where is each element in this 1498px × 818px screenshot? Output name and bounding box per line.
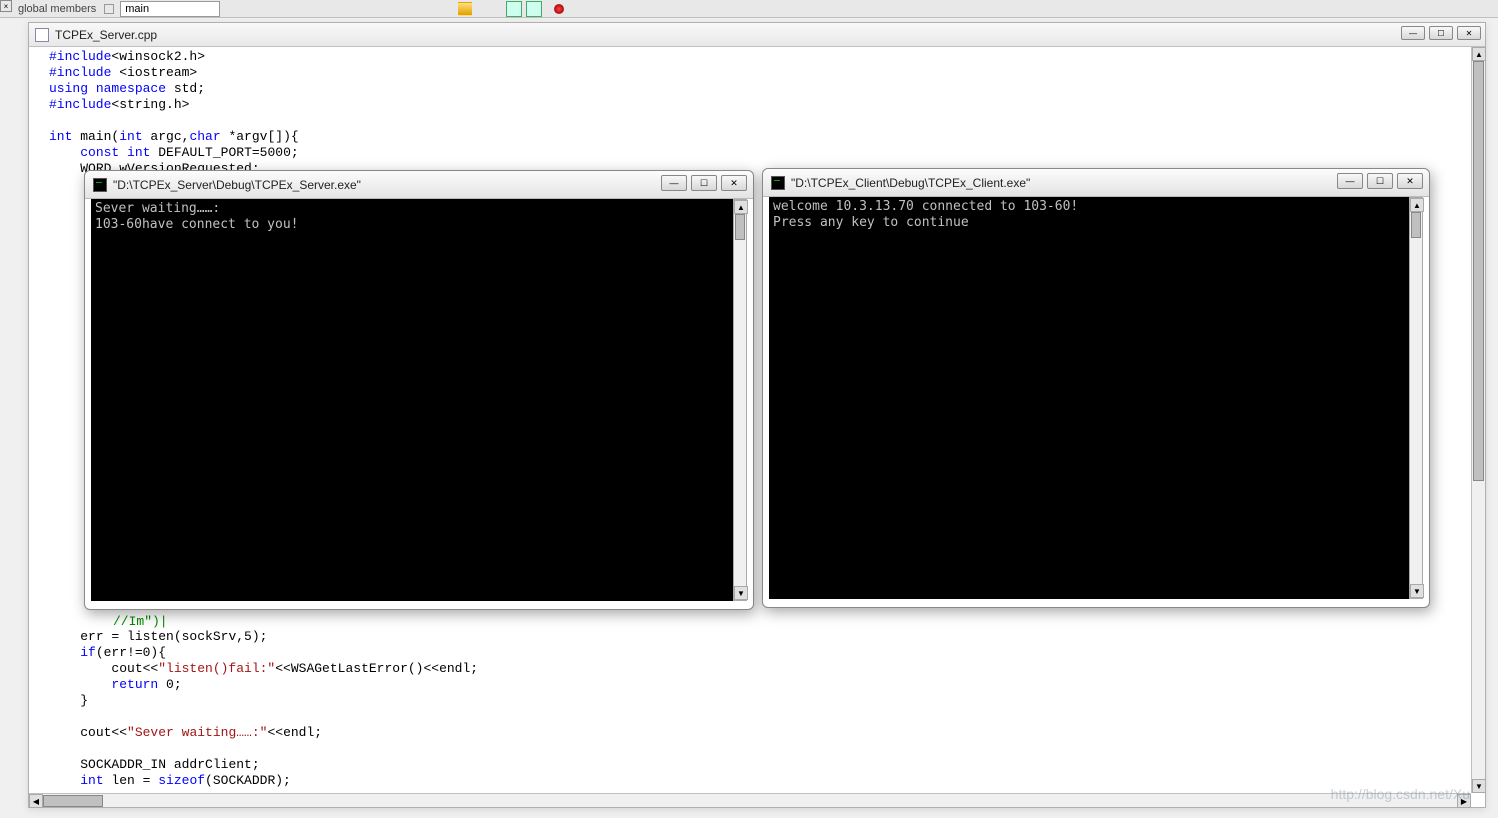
code-keyword: if — [80, 645, 96, 660]
console-icon — [771, 176, 785, 190]
close-button[interactable]: ✕ — [721, 175, 747, 191]
console-client-body[interactable]: welcome 10.3.13.70 connected to 103-60! … — [769, 197, 1409, 599]
code-text: *argv[]){ — [221, 129, 299, 144]
hand-icon[interactable] — [568, 1, 584, 17]
code-comment: //Im")| — [113, 614, 168, 630]
code-string: "listen()fail:" — [158, 661, 275, 676]
minimize-button[interactable]: — — [1337, 173, 1363, 189]
code-keyword: #include — [49, 65, 111, 80]
code-keyword: namespace — [88, 81, 166, 96]
tool-icon[interactable] — [588, 1, 604, 17]
console-server-window: "D:\TCPEx_Server\Debug\TCPEx_Server.exe"… — [84, 170, 754, 610]
minimize-button[interactable]: — — [661, 175, 687, 191]
scroll-thumb[interactable] — [1473, 61, 1484, 481]
close-button[interactable]: ✕ — [1397, 173, 1423, 189]
code-keyword: #include — [49, 49, 111, 64]
member-dropdown[interactable]: main — [120, 1, 220, 17]
scroll-down-icon[interactable]: ▼ — [734, 586, 748, 600]
scroll-thumb[interactable] — [735, 214, 745, 240]
breakpoint-icon[interactable] — [554, 4, 564, 14]
maximize-button[interactable]: ☐ — [1367, 173, 1393, 189]
code-keyword: int — [119, 145, 150, 160]
code-text: cout<< — [49, 661, 158, 676]
console-client-scrollbar[interactable]: ▲ ▼ — [1409, 197, 1423, 599]
console-server-body[interactable]: Sever waiting……: 103-60have connect to y… — [91, 199, 733, 601]
code-text: DEFAULT_PORT=5000; — [150, 145, 298, 160]
watermark-text: http://blog.csdn.net/Xu — [1331, 786, 1470, 802]
minimize-button[interactable]: — — [1401, 26, 1425, 40]
code-keyword: #include — [49, 97, 111, 112]
go-icon[interactable] — [458, 2, 472, 16]
console-line: Sever waiting……: — [95, 201, 220, 216]
editor-tab-title: TCPEx_Server.cpp — [55, 28, 157, 42]
console-icon — [93, 178, 107, 192]
console-line: welcome 10.3.13.70 connected to 103-60! — [773, 199, 1078, 214]
bookmark-icon-1[interactable] — [506, 1, 522, 17]
code-text: main( — [72, 129, 119, 144]
code-text: cout<< — [80, 725, 127, 740]
code-text: <string.h> — [111, 97, 189, 112]
code-keyword: return — [111, 677, 158, 692]
console-client-title: "D:\TCPEx_Client\Debug\TCPEx_Client.exe" — [791, 176, 1030, 190]
console-server-titlebar[interactable]: "D:\TCPEx_Server\Debug\TCPEx_Server.exe"… — [85, 171, 753, 199]
scroll-left-icon[interactable]: ◀ — [29, 794, 43, 808]
close-button[interactable]: ✕ — [1457, 26, 1481, 40]
code-keyword: char — [189, 129, 220, 144]
console-line: 103-60have connect to you! — [95, 217, 299, 232]
console-client-titlebar[interactable]: "D:\TCPEx_Client\Debug\TCPEx_Client.exe"… — [763, 169, 1429, 197]
code-text: <<WSAGetLastError()<<endl; — [275, 661, 478, 676]
toolbar-label: global members — [18, 3, 96, 15]
scroll-thumb-h[interactable] — [43, 795, 103, 807]
code-keyword: const — [80, 145, 119, 160]
code-text: 0; — [158, 677, 181, 692]
scroll-down-icon[interactable]: ▼ — [1410, 584, 1424, 598]
maximize-button[interactable]: ☐ — [691, 175, 717, 191]
scroll-down-icon[interactable]: ▼ — [1472, 779, 1486, 793]
dropdown-indicator-icon[interactable] — [104, 4, 114, 14]
code-text: err = listen(sockSrv,5); — [80, 629, 267, 644]
code-text: (SOCKADDR); — [205, 773, 291, 788]
scroll-up-icon[interactable]: ▲ — [734, 200, 748, 214]
cpp-file-icon — [35, 28, 49, 42]
code-block-lower: err = listen(sockSrv,5); if(err!=0){ cou… — [49, 629, 478, 789]
scroll-thumb[interactable] — [1411, 212, 1421, 238]
scroll-up-icon[interactable]: ▲ — [1410, 198, 1424, 212]
bookmark-icon-2[interactable] — [526, 1, 542, 17]
code-text: <winsock2.h> — [111, 49, 205, 64]
code-keyword: using — [49, 81, 88, 96]
code-string: "Sever waiting……:" — [127, 725, 267, 740]
maximize-button[interactable]: ☐ — [1429, 26, 1453, 40]
code-text: (err!=0){ — [96, 645, 166, 660]
code-text: argc, — [143, 129, 190, 144]
code-text: } — [80, 693, 88, 708]
code-keyword: int — [119, 129, 142, 144]
console-server-controls: — ☐ ✕ — [661, 175, 747, 191]
console-server-title: "D:\TCPEx_Server\Debug\TCPEx_Server.exe" — [113, 178, 361, 192]
console-client-window: "D:\TCPEx_Client\Debug\TCPEx_Client.exe"… — [762, 168, 1430, 608]
console-server-scrollbar[interactable]: ▲ ▼ — [733, 199, 747, 601]
code-text: std; — [166, 81, 205, 96]
editor-window-controls: — ☐ ✕ — [1401, 26, 1481, 40]
editor-vertical-scrollbar[interactable]: ▲ ▼ — [1471, 47, 1485, 793]
code-text: <<endl; — [267, 725, 322, 740]
editor-horizontal-scrollbar[interactable]: ◀ ▶ — [29, 793, 1471, 807]
code-text: SOCKADDR_IN addrClient; — [80, 757, 259, 772]
console-line: Press any key to continue — [773, 215, 969, 230]
code-keyword: int — [49, 129, 72, 144]
code-text: <iostream> — [111, 65, 197, 80]
code-keyword: sizeof — [158, 773, 205, 788]
panel-close-icon[interactable]: × — [0, 0, 12, 12]
scroll-up-icon[interactable]: ▲ — [1472, 47, 1486, 61]
code-keyword: int — [80, 773, 103, 788]
console-client-controls: — ☐ ✕ — [1337, 173, 1423, 189]
code-text: len = — [104, 773, 159, 788]
editor-titlebar: TCPEx_Server.cpp — ☐ ✕ — [29, 23, 1485, 47]
top-toolbar: × global members main — [0, 0, 1498, 18]
main-area: TCPEx_Server.cpp — ☐ ✕ #include<winsock2… — [0, 18, 1498, 818]
